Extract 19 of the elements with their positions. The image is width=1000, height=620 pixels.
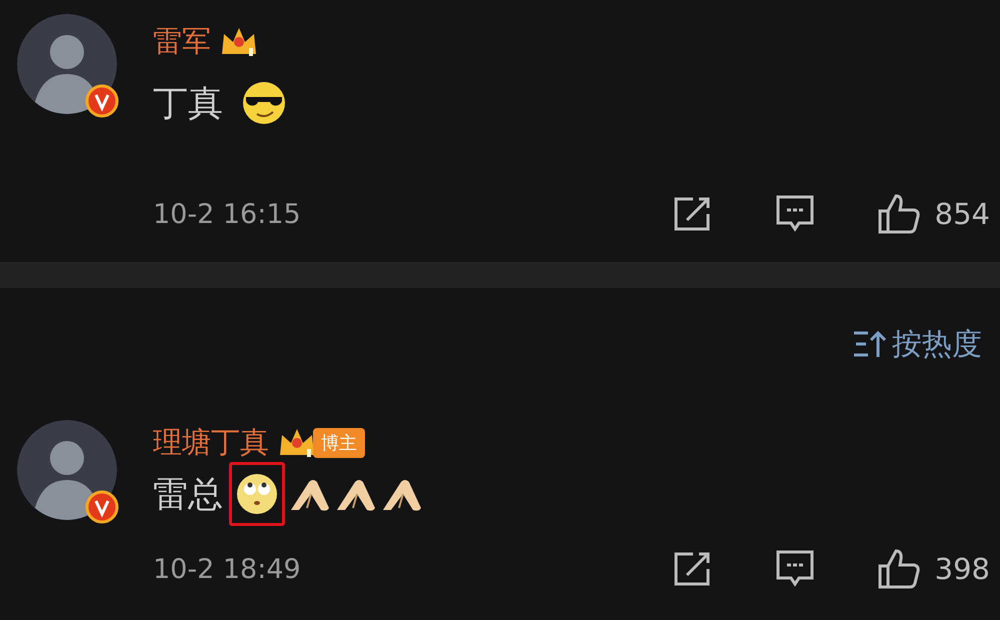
like-button[interactable]: 398 xyxy=(876,548,990,590)
timestamp: 10-2 18:49 xyxy=(153,554,301,584)
comment-text: 雷总 xyxy=(153,474,223,516)
avatar-silhouette[interactable] xyxy=(17,420,117,520)
thumbs-up-icon xyxy=(876,548,921,590)
avatar-silhouette[interactable] xyxy=(17,14,117,114)
blogger-badge: 博主 xyxy=(313,428,365,458)
username[interactable]: 理塘丁真 xyxy=(153,423,269,463)
comment-icon[interactable] xyxy=(774,549,815,589)
sort-button[interactable]: 按热度 xyxy=(852,324,982,364)
eye-roll-face-icon xyxy=(234,471,280,517)
username[interactable]: 雷军 xyxy=(153,22,211,62)
comment-icon[interactable] xyxy=(774,194,815,234)
thumbs-up-icon xyxy=(876,193,921,235)
sort-icon xyxy=(852,329,886,359)
like-button[interactable]: 854 xyxy=(876,193,990,235)
sunglasses-face-icon xyxy=(241,80,287,126)
comment-text: 丁真 xyxy=(153,82,223,126)
timestamp: 10-2 16:15 xyxy=(153,198,301,230)
